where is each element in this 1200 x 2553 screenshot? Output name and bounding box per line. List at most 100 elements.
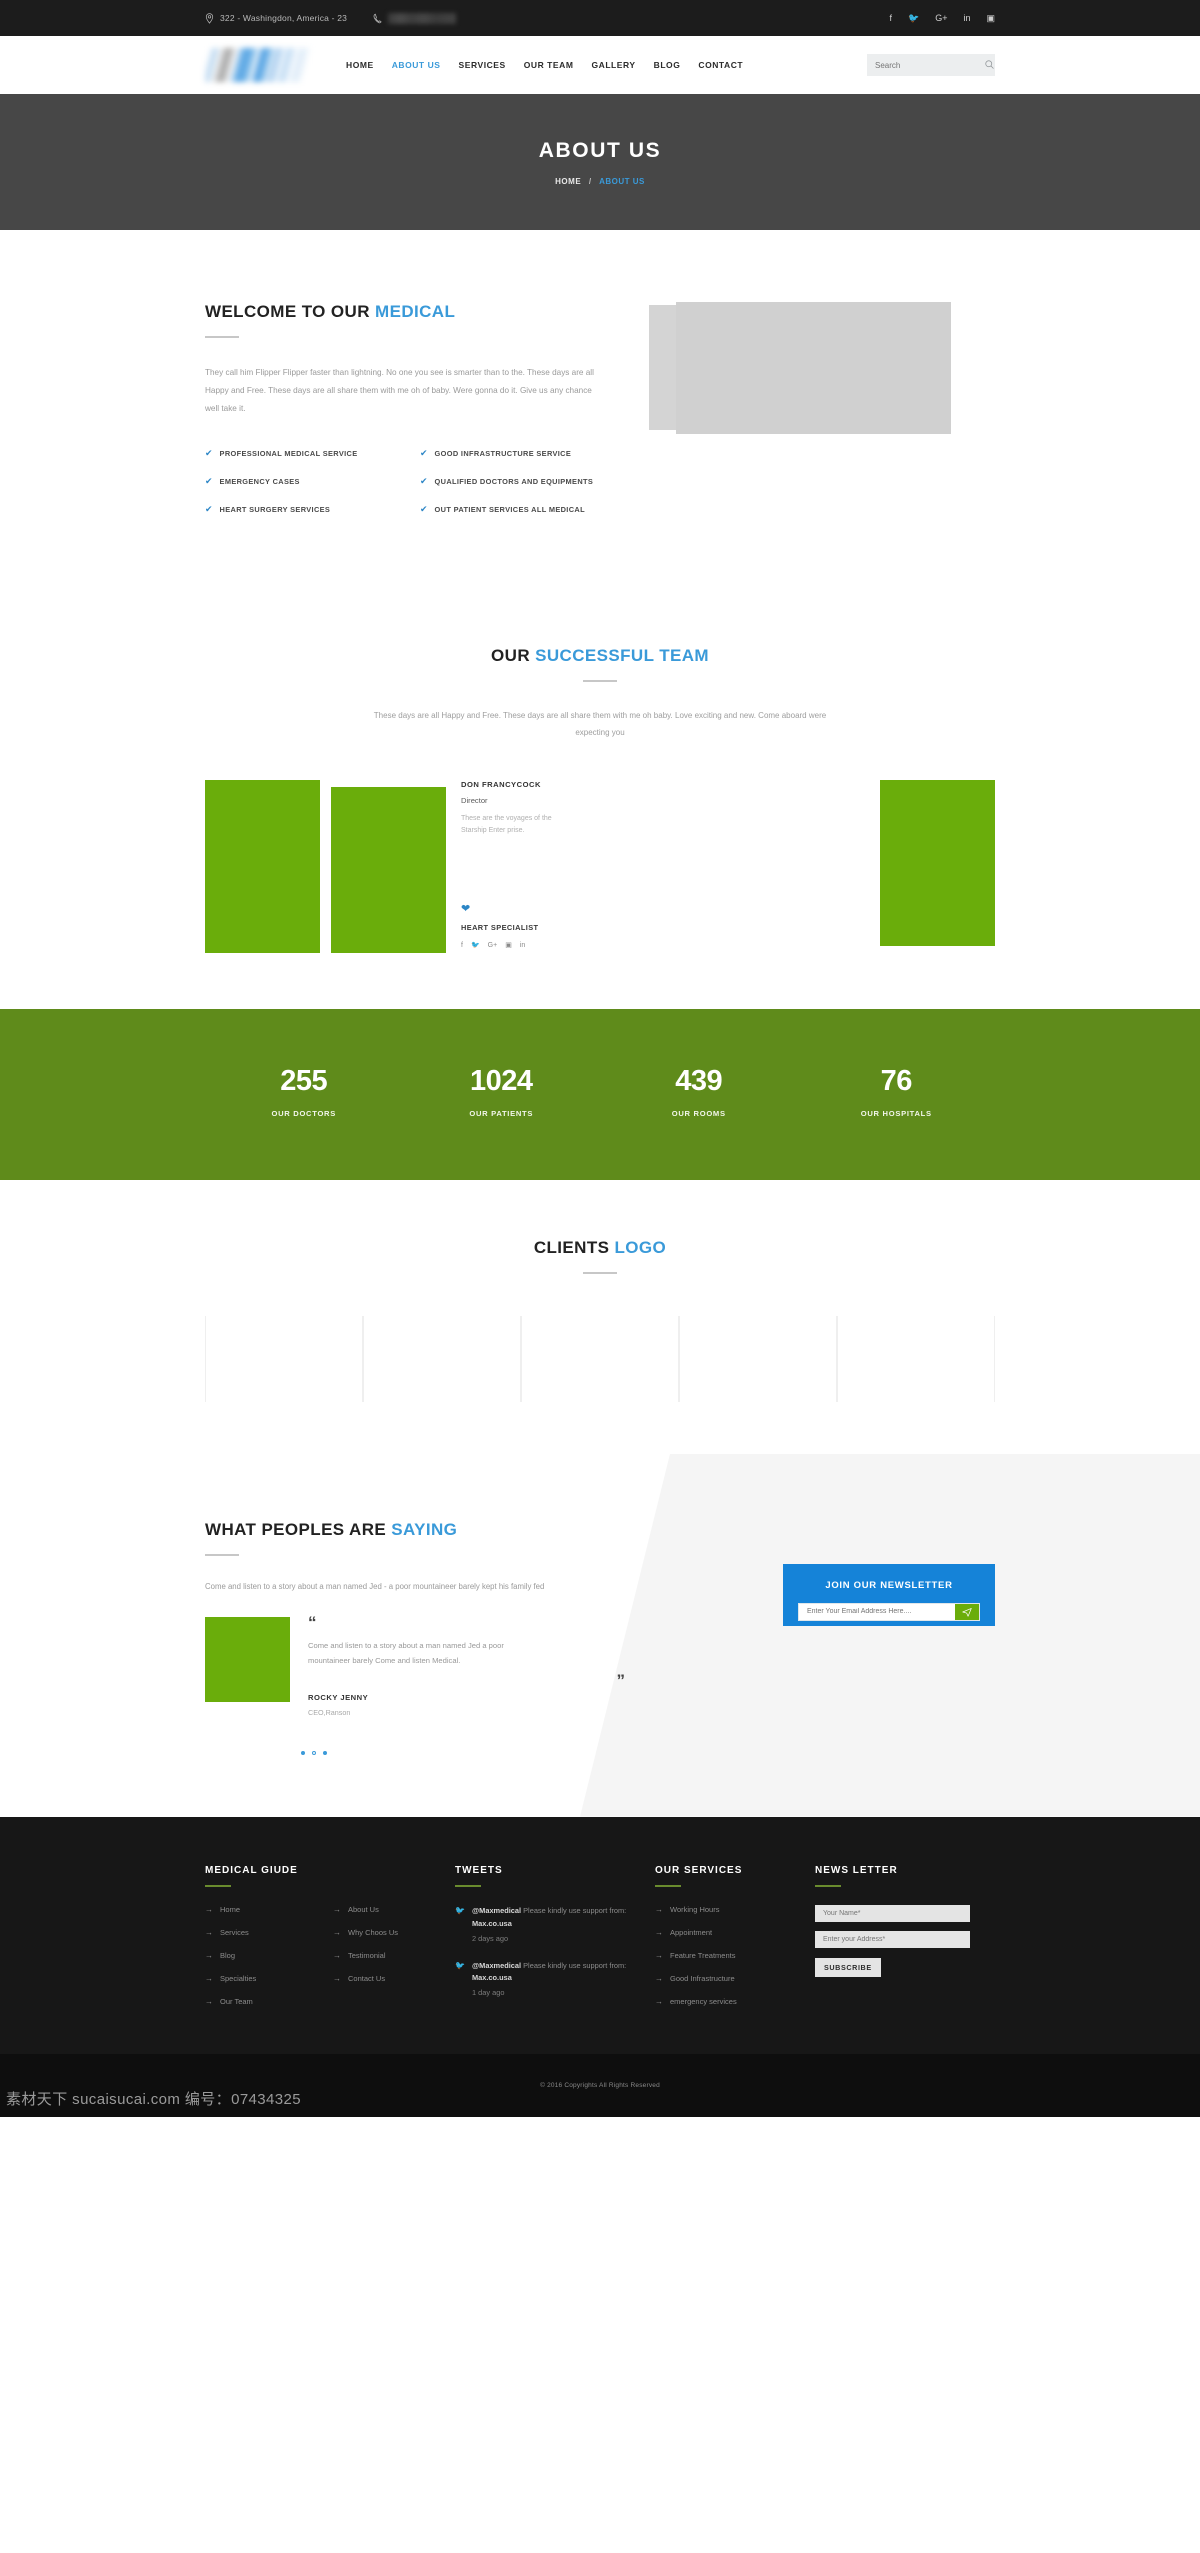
tweet-handle[interactable]: @Maxmedical	[472, 1906, 521, 1915]
welcome-section: WELCOME TO OUR MEDICAL They call him Fli…	[0, 230, 1200, 584]
testimonial-quote: Come and listen to a story about a man n…	[308, 1641, 504, 1665]
copyright-bar: © 2016 Copyrights All Rights Reserved 素材…	[0, 2054, 1200, 2118]
team-member-social: f 🐦 G+ ▣ in	[461, 941, 572, 950]
footer-link-about-us[interactable]: → About Us	[333, 1905, 455, 1914]
footer-link-label: Specialties	[220, 1973, 257, 1983]
check-icon: ✔	[205, 475, 213, 486]
footer-link-services[interactable]: → Services	[205, 1928, 327, 1937]
footer-link-label: emergency services	[670, 1996, 737, 2006]
top-info-bar: 322 - Washingdon, America - 23 f 🐦 G+ in…	[0, 0, 1200, 36]
team-member-photo	[205, 779, 320, 953]
footer-link-why-choos-us[interactable]: → Why Choos Us	[333, 1928, 455, 1937]
client-logo-slot[interactable]	[363, 1315, 521, 1402]
newsletter-email-input[interactable]	[799, 1603, 955, 1620]
facebook-icon[interactable]: f	[461, 942, 463, 949]
title-underline	[205, 336, 239, 339]
page-title: ABOUT US	[538, 138, 662, 162]
footer-link-our-team[interactable]: → Our Team	[205, 1997, 327, 2006]
page-banner: ABOUT US HOME / ABOUT US	[0, 94, 1200, 230]
newsletter-submit-button[interactable]	[955, 1603, 979, 1620]
footer-link-blog[interactable]: → Blog	[205, 1951, 327, 1960]
instagram-icon[interactable]: ▣	[505, 941, 512, 949]
linkedin-icon[interactable]: in	[520, 942, 525, 949]
stat-doctors: 255 OUR DOCTORS	[205, 1065, 403, 1118]
testimonial-avatar	[205, 1617, 290, 1703]
heart-icon: ❤	[461, 903, 471, 916]
twitter-icon[interactable]: 🐦	[471, 941, 480, 949]
search-icon[interactable]	[985, 56, 994, 74]
search-box[interactable]	[867, 54, 995, 76]
testimonial-heading-main: WHAT PEOPLES ARE	[205, 1519, 392, 1539]
carousel-dot[interactable]	[323, 1750, 327, 1755]
team-member-role: Director	[461, 795, 488, 805]
stat-label: OUR HOSPITALS	[860, 1108, 932, 1118]
footer-heading-underline	[205, 1884, 231, 1887]
footer-service-feature-treatments[interactable]: → Feature Treatments	[655, 1951, 815, 1960]
footer-name-input[interactable]	[815, 1904, 970, 1922]
tweet-text: Please kindly use support from:	[521, 1905, 627, 1915]
nav-item-our-team[interactable]: OUR TEAM	[524, 60, 574, 70]
facebook-icon[interactable]: f	[889, 13, 892, 23]
team-member-card[interactable]	[880, 779, 995, 946]
tweet-site[interactable]: Max.co.usa	[472, 1973, 512, 1982]
linkedin-icon[interactable]: in	[963, 13, 970, 23]
nav-item-services[interactable]: SERVICES	[459, 60, 506, 70]
tweet-site[interactable]: Max.co.usa	[472, 1919, 512, 1928]
feature-label: QUALIFIED DOCTORS AND EQUIPMENTS	[434, 476, 594, 486]
feature-label: EMERGENCY CASES	[219, 476, 300, 486]
carousel-dot-active[interactable]	[312, 1750, 316, 1755]
footer-service-good-infrastructure[interactable]: → Good Infrastructure	[655, 1974, 815, 1983]
footer-heading-underline	[655, 1884, 681, 1887]
client-logo-slot[interactable]	[521, 1315, 679, 1402]
google-plus-icon[interactable]: G+	[488, 942, 498, 949]
clients-heading: CLIENTS LOGO	[205, 1238, 995, 1258]
nav-item-blog[interactable]: BLOG	[654, 60, 681, 70]
paper-plane-icon	[962, 1607, 972, 1617]
google-plus-glyph: G+	[487, 941, 498, 949]
footer-link-specialties[interactable]: → Specialties	[205, 1974, 327, 1983]
team-member-description: These are the voyages of the Starship En…	[461, 814, 552, 835]
newsletter-panel: JOIN OUR NEWSLETTER	[783, 1563, 995, 1626]
twitter-icon[interactable]: 🐦	[908, 13, 919, 24]
check-icon: ✔	[420, 447, 428, 458]
site-logo[interactable]	[205, 48, 312, 82]
footer-service-working-hours[interactable]: → Working Hours	[655, 1905, 815, 1914]
testimonial-heading: WHAT PEOPLES ARE SAYING	[205, 1520, 625, 1540]
footer-link-label: Why Choos Us	[348, 1927, 399, 1937]
search-input[interactable]	[875, 60, 985, 70]
client-logo-slot[interactable]	[205, 1315, 363, 1402]
client-logo-slot[interactable]	[837, 1315, 995, 1402]
quote-close-icon: ”	[616, 1670, 626, 1690]
nav-item-home[interactable]: HOME	[346, 60, 374, 70]
footer-link-home[interactable]: → Home	[205, 1905, 327, 1914]
title-underline	[205, 1554, 239, 1557]
instagram-icon[interactable]: ▣	[986, 13, 995, 24]
footer-address-input[interactable]	[815, 1930, 970, 1948]
stat-label: OUR ROOMS	[671, 1108, 726, 1118]
stat-rooms: 439 OUR ROOMS	[600, 1065, 798, 1118]
instagram-glyph: ▣	[505, 942, 512, 950]
top-social-links: f 🐦 G+ in ▣	[889, 13, 995, 24]
nav-item-about-us[interactable]: ABOUT US	[392, 60, 441, 70]
map-pin-icon	[205, 12, 214, 24]
team-member-card[interactable]	[205, 779, 320, 953]
google-plus-icon[interactable]: G+	[935, 13, 947, 23]
footer-link-testimonial[interactable]: → Testimonial	[333, 1951, 455, 1960]
arrow-right-icon: →	[655, 1927, 663, 1937]
arrow-right-icon: →	[205, 1927, 213, 1937]
footer-link-label: Home	[220, 1904, 241, 1914]
footer-link-contact-us[interactable]: → Contact Us	[333, 1974, 455, 1983]
footer-service-appointment[interactable]: → Appointment	[655, 1928, 815, 1937]
client-logo-slot[interactable]	[679, 1315, 837, 1402]
nav-item-contact[interactable]: CONTACT	[698, 60, 743, 70]
footer-heading-guide: MEDICAL GIUDE	[205, 1864, 298, 1876]
feature-item: ✔ QUALIFIED DOCTORS AND EQUIPMENTS	[420, 476, 625, 486]
footer-service-emergency-services[interactable]: → emergency services	[655, 1997, 815, 2006]
newsletter-heading: JOIN OUR NEWSLETTER	[825, 1579, 953, 1591]
tweet-handle[interactable]: @Maxmedical	[472, 1961, 521, 1970]
nav-item-gallery[interactable]: GALLERY	[591, 60, 635, 70]
carousel-dot[interactable]	[301, 1750, 305, 1755]
team-member-card[interactable]	[331, 780, 446, 953]
subscribe-button[interactable]: SUBSCRIBE	[815, 1957, 881, 1977]
breadcrumb-home[interactable]: HOME	[555, 177, 581, 186]
